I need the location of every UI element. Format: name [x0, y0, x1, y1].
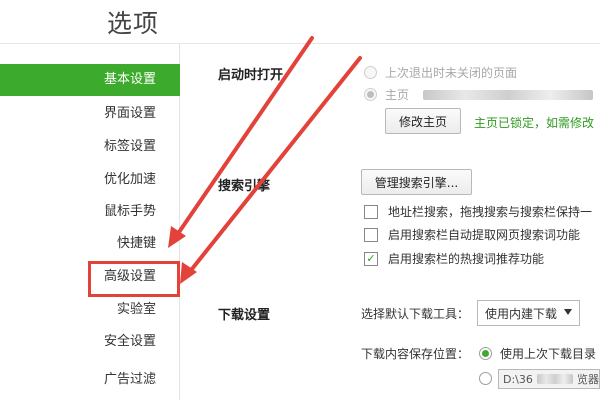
use-last-dir-label: 使用上次下载目录 — [500, 347, 597, 361]
checkbox-hot-words[interactable] — [364, 251, 378, 266]
header: 选项 — [0, 0, 600, 44]
startup-option-last-session[interactable]: 上次退出时未关闭的页面 — [364, 64, 517, 81]
download-tool-label: 选择默认下载工具： — [361, 307, 470, 321]
hot-words-label: 启用搜索栏的热搜词推荐功能 — [388, 252, 545, 266]
last-session-label: 上次退出时未关闭的页面 — [385, 66, 518, 80]
download-tool-value: 使用内建下载 — [485, 306, 558, 321]
radio-last-session[interactable] — [364, 66, 377, 79]
download-section-label: 下载设置 — [218, 308, 271, 323]
settings-panel: 启动时打开 上次退出时未关闭的页面 主页 修改主页 主页已锁定，如需修改 搜索引… — [181, 44, 600, 400]
home-label: 主页 — [385, 88, 410, 102]
download-path-value: D:\36 — [503, 372, 533, 386]
download-path-tail: 览器 — [577, 373, 599, 386]
modify-home-button[interactable]: 修改主页 — [385, 108, 461, 134]
startup-section-label: 启动时打开 — [218, 68, 284, 83]
save-option-last-dir[interactable]: 使用上次下载目录 — [479, 345, 596, 362]
auto-extract-label: 启用搜索栏自动提取网页搜索词功能 — [388, 228, 581, 242]
sidebar-item-shortcuts[interactable]: 快捷键 — [0, 228, 180, 260]
home-locked-note: 主页已锁定，如需修改 — [474, 116, 595, 130]
sidebar-item-optimize-speed[interactable]: 优化加速 — [0, 164, 180, 196]
checkbox-auto-extract[interactable] — [364, 227, 378, 242]
address-bar-search-label: 地址栏搜索，拖拽搜索与搜索栏保持一 — [388, 205, 593, 219]
startup-option-home[interactable]: 主页 — [364, 86, 594, 103]
sidebar-item-ad-filter[interactable]: 广告过滤 — [0, 364, 180, 396]
chevron-down-icon — [564, 309, 572, 315]
page-title: 选项 — [107, 9, 160, 38]
sidebar-item-tab-settings[interactable]: 标签设置 — [0, 131, 180, 163]
sidebar-item-basic-settings[interactable]: 基本设置 — [0, 64, 180, 96]
search-option-hot-words[interactable]: 启用搜索栏的热搜词推荐功能 — [364, 250, 544, 267]
sidebar-item-interface-settings[interactable]: 界面设置 — [0, 98, 180, 130]
search-option-address-bar[interactable]: 地址栏搜索，拖拽搜索与搜索栏保持一 — [364, 203, 592, 220]
sidebar-item-advanced-settings[interactable]: 高级设置 — [0, 261, 180, 293]
radio-custom-path[interactable] — [479, 372, 492, 385]
save-option-custom-path[interactable] — [479, 372, 500, 385]
sidebar: 基本设置 界面设置 标签设置 优化加速 鼠标手势 快捷键 高级设置 实验室 安全… — [0, 44, 180, 400]
manage-search-engines-button[interactable]: 管理搜索引擎... — [361, 169, 472, 195]
sidebar-item-mouse-gestures[interactable]: 鼠标手势 — [0, 196, 180, 228]
checkbox-address-bar-search[interactable] — [364, 204, 378, 219]
search-section-label: 搜索引擎 — [218, 179, 271, 194]
blurred-homepage-url — [423, 89, 594, 100]
sidebar-item-lab[interactable]: 实验室 — [0, 294, 180, 326]
radio-use-last-dir[interactable] — [479, 347, 492, 360]
search-option-auto-extract[interactable]: 启用搜索栏自动提取网页搜索词功能 — [364, 226, 580, 243]
blurred-path-segment — [536, 374, 573, 384]
save-location-label: 下载内容保存位置： — [361, 347, 470, 361]
download-tool-select[interactable]: 使用内建下载 — [477, 300, 580, 326]
download-path-input[interactable]: D:\36 览器 — [498, 369, 600, 389]
radio-home[interactable] — [364, 88, 377, 101]
sidebar-item-security-settings[interactable]: 安全设置 — [0, 326, 180, 358]
